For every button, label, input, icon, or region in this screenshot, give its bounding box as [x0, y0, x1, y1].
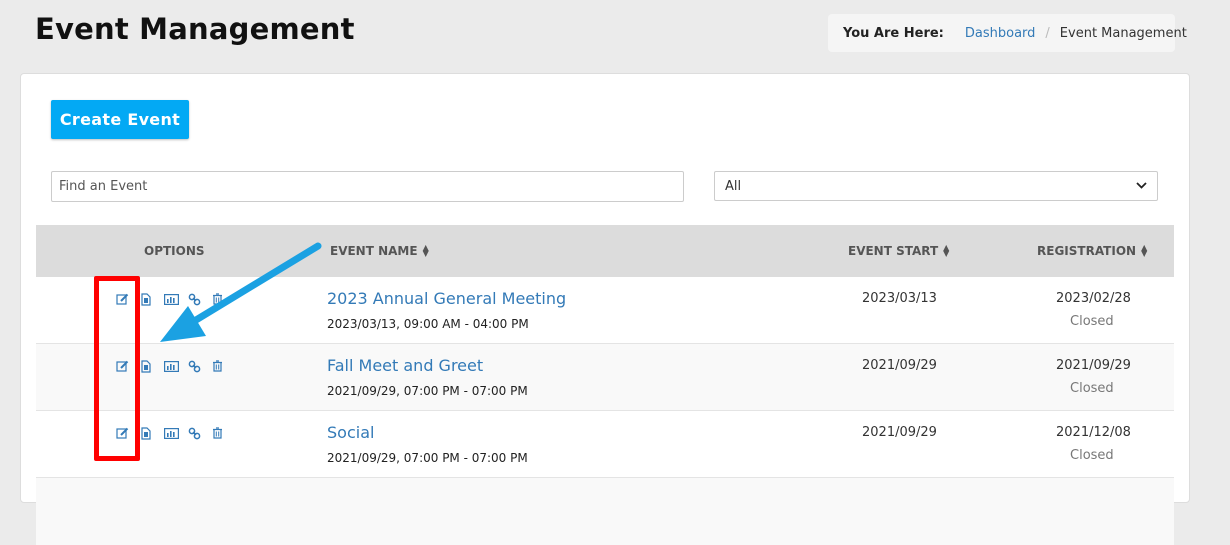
event-start: 2021/09/29 — [862, 425, 937, 440]
copy-icon[interactable] — [140, 426, 164, 440]
event-start: 2021/09/29 — [862, 358, 937, 373]
sort-icon: ▲ ▼ — [943, 243, 950, 258]
event-time: 2021/09/29, 07:00 PM - 07:00 PM — [327, 451, 528, 465]
highlight-box — [94, 276, 140, 461]
breadcrumb-current: Event Management — [1059, 25, 1187, 41]
header-event-name[interactable]: EVENT NAME ▲ ▼ — [330, 225, 429, 277]
table-row: Social 2021/09/29, 07:00 PM - 07:00 PM 2… — [36, 411, 1174, 478]
registration-date: 2023/02/28 — [1056, 291, 1131, 306]
link-icon[interactable] — [188, 292, 212, 306]
header-event-start-label: EVENT START — [848, 244, 939, 258]
event-card: Create Event All OPTIONS EVENT NAME ▲▼ E… — [20, 73, 1190, 545]
event-name-link[interactable]: 2023 Annual General Meeting — [327, 289, 566, 308]
breadcrumb-separator: / — [1045, 25, 1050, 41]
trash-icon[interactable] — [212, 359, 236, 373]
breadcrumb: You Are Here: Dashboard / Event Manageme… — [828, 14, 1187, 52]
event-name-link[interactable]: Fall Meet and Greet — [327, 356, 483, 375]
filter-selected-value: All — [725, 178, 742, 194]
registration-status: Closed — [1070, 381, 1114, 396]
event-name-link[interactable]: Social — [327, 423, 374, 442]
trash-icon[interactable] — [212, 292, 236, 306]
registration-date: 2021/09/29 — [1056, 358, 1131, 373]
table-row-partial — [36, 478, 1174, 545]
registration-status: Closed — [1070, 314, 1114, 329]
breadcrumb-label: You Are Here: — [843, 25, 944, 41]
report-icon[interactable] — [164, 292, 188, 306]
registration-date: 2021/12/08 — [1056, 425, 1131, 440]
table-row: Fall Meet and Greet 2021/09/29, 07:00 PM… — [36, 344, 1174, 411]
trash-icon[interactable] — [212, 426, 236, 440]
copy-icon[interactable] — [140, 292, 164, 306]
chevron-down-icon — [1136, 181, 1147, 192]
sort-icon: ▲ ▼ — [422, 243, 429, 258]
sort-icon: ▲ ▼ — [1141, 243, 1148, 258]
event-time: 2021/09/29, 07:00 PM - 07:00 PM — [327, 384, 528, 398]
page-title: Event Management — [35, 12, 355, 46]
event-filter-select[interactable]: All — [714, 171, 1158, 201]
header-event-start[interactable]: EVENT START ▲ ▼ — [848, 225, 949, 277]
header-registration[interactable]: REGISTRATION ▲ ▼ — [1037, 225, 1147, 277]
event-start: 2023/03/13 — [862, 291, 937, 306]
search-input[interactable] — [51, 171, 684, 202]
header-options-label: OPTIONS — [144, 244, 205, 258]
report-icon[interactable] — [164, 426, 188, 440]
registration-status: Closed — [1070, 448, 1114, 463]
link-icon[interactable] — [188, 426, 212, 440]
events-table: OPTIONS EVENT NAME ▲ ▼ EVENT START ▲ ▼ REG… — [36, 225, 1174, 545]
link-icon[interactable] — [188, 359, 212, 373]
breadcrumb-dashboard-link[interactable]: Dashboard — [965, 26, 1036, 41]
create-event-button[interactable]: Create Event — [51, 100, 189, 139]
table-header: OPTIONS EVENT NAME ▲ ▼ EVENT START ▲ ▼ REG… — [36, 225, 1174, 277]
table-row: 2023 Annual General Meeting 2023/03/13, … — [36, 277, 1174, 344]
report-icon[interactable] — [164, 359, 188, 373]
header-registration-label: REGISTRATION — [1037, 244, 1137, 258]
event-time: 2023/03/13, 09:00 AM - 04:00 PM — [327, 317, 529, 331]
copy-icon[interactable] — [140, 359, 164, 373]
header-options: OPTIONS — [144, 225, 205, 277]
header-event-name-label: EVENT NAME — [330, 244, 418, 258]
